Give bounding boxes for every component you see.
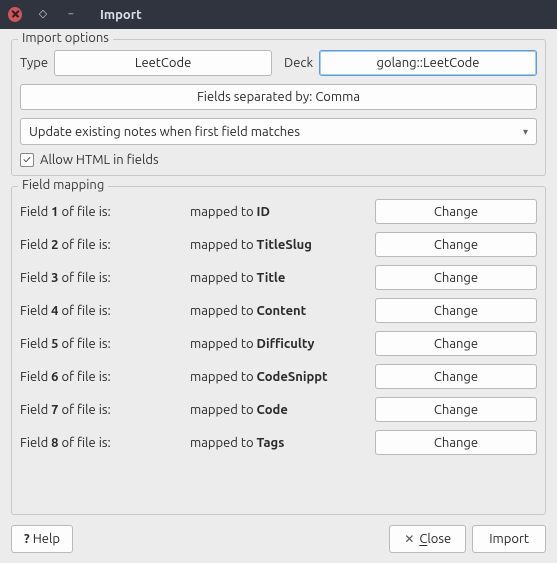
change-mapping-button[interactable]: Change: [375, 232, 537, 257]
field-mapping-row: Field 8 of file is:mapped to TagsChange: [20, 430, 537, 455]
close-icon: ✕: [404, 532, 414, 546]
note-type-button[interactable]: LeetCode: [54, 50, 272, 76]
close-button-label: Close: [419, 532, 451, 546]
window-title: Import: [100, 8, 142, 22]
mapped-to-label: mapped to Content: [190, 304, 375, 318]
field-mapping-row: Field 5 of file is:mapped to DifficultyC…: [20, 331, 537, 356]
change-mapping-button[interactable]: Change: [375, 397, 537, 422]
field-of-file-label: Field 4 of file is:: [20, 304, 190, 318]
import-options-group: Import options Type LeetCode Deck golang…: [11, 39, 546, 176]
change-mapping-button[interactable]: Change: [375, 331, 537, 356]
import-mode-value: Update existing notes when first field m…: [29, 125, 300, 139]
field-of-file-label: Field 7 of file is:: [20, 403, 190, 417]
maximize-window-icon[interactable]: ◇: [36, 8, 50, 22]
field-mapping-row: Field 4 of file is:mapped to ContentChan…: [20, 298, 537, 323]
mapped-to-label: mapped to CodeSnippt: [190, 370, 375, 384]
field-of-file-label: Field 6 of file is:: [20, 370, 190, 384]
field-of-file-label: Field 8 of file is:: [20, 436, 190, 450]
change-mapping-button[interactable]: Change: [375, 199, 537, 224]
field-of-file-label: Field 2 of file is:: [20, 238, 190, 252]
field-mapping-list: Field 1 of file is:mapped to IDChangeFie…: [20, 199, 537, 455]
field-of-file-label: Field 1 of file is:: [20, 205, 190, 219]
field-mapping-group: Field mapping Field 1 of file is:mapped …: [11, 186, 546, 515]
field-of-file-label: Field 3 of file is:: [20, 271, 190, 285]
help-button-label: Help: [33, 532, 60, 546]
close-window-icon[interactable]: [8, 8, 22, 22]
field-mapping-row: Field 3 of file is:mapped to TitleChange: [20, 265, 537, 290]
type-label: Type: [20, 56, 48, 70]
deck-label: Deck: [284, 56, 313, 70]
mapped-to-label: mapped to Tags: [190, 436, 375, 450]
mapped-to-label: mapped to Code: [190, 403, 375, 417]
minimize-window-icon[interactable]: −: [64, 8, 78, 22]
field-mapping-row: Field 7 of file is:mapped to CodeChange: [20, 397, 537, 422]
change-mapping-button[interactable]: Change: [375, 265, 537, 290]
client-area: Import options Type LeetCode Deck golang…: [0, 29, 557, 563]
field-of-file-label: Field 5 of file is:: [20, 337, 190, 351]
chevron-down-icon: ▾: [523, 126, 528, 138]
field-mapping-row: Field 6 of file is:mapped to CodeSnipptC…: [20, 364, 537, 389]
change-mapping-button[interactable]: Change: [375, 364, 537, 389]
titlebar: ◇ − Import: [0, 0, 557, 29]
allow-html-checkbox[interactable]: ✓: [20, 153, 34, 167]
allow-html-label: Allow HTML in fields: [40, 153, 159, 167]
field-mapping-row: Field 2 of file is:mapped to TitleSlugCh…: [20, 232, 537, 257]
allow-html-checkbox-row[interactable]: ✓ Allow HTML in fields: [20, 153, 537, 167]
import-options-title: Import options: [18, 31, 113, 45]
help-button[interactable]: ?Help: [11, 525, 73, 553]
mapped-to-label: mapped to TitleSlug: [190, 238, 375, 252]
mapped-to-label: mapped to ID: [190, 205, 375, 219]
deck-button[interactable]: golang::LeetCode: [319, 50, 537, 76]
field-mapping-title: Field mapping: [18, 178, 108, 192]
mapped-to-label: mapped to Difficulty: [190, 337, 375, 351]
change-mapping-button[interactable]: Change: [375, 298, 537, 323]
field-mapping-row: Field 1 of file is:mapped to IDChange: [20, 199, 537, 224]
help-icon: ?: [24, 532, 30, 546]
mapped-to-label: mapped to Title: [190, 271, 375, 285]
field-separator-button[interactable]: Fields separated by: Comma: [20, 84, 537, 110]
import-button[interactable]: Import: [472, 525, 546, 553]
bottom-bar: ?Help ✕ Close Import: [11, 525, 546, 553]
close-button[interactable]: ✕ Close: [389, 525, 466, 553]
change-mapping-button[interactable]: Change: [375, 430, 537, 455]
import-mode-dropdown[interactable]: Update existing notes when first field m…: [20, 118, 537, 145]
